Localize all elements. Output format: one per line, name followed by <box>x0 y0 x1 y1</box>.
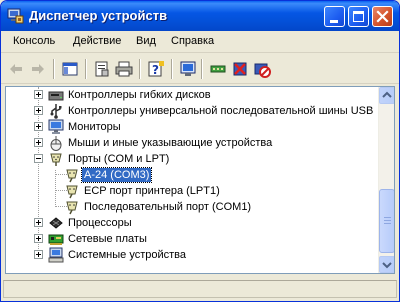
menu-action[interactable]: Действие <box>73 35 121 47</box>
tree-item-serial-com1[interactable]: Последовательный порт (COM1) <box>6 199 378 215</box>
expand-toggle[interactable] <box>34 218 43 227</box>
expand-toggle[interactable] <box>34 138 43 147</box>
tree-item-ports[interactable]: Порты (COM и LPT) <box>6 151 378 167</box>
tree-item-label: ECP порт принтера (LPT1) <box>84 185 220 197</box>
scroll-thumb[interactable] <box>379 189 394 253</box>
back-arrow-icon[interactable] <box>7 60 25 78</box>
system-devices-icon <box>48 247 64 263</box>
tree-item-a24-com3[interactable]: A-24 (COM3) <box>6 167 378 183</box>
tree-item-network-cards[interactable]: Сетевые платы <box>6 231 378 247</box>
collapse-toggle[interactable] <box>34 154 43 163</box>
toolbar-separator <box>53 59 55 79</box>
network-card-icon <box>48 234 64 245</box>
menu-help[interactable]: Справка <box>171 35 214 47</box>
toolbar-separator <box>85 59 87 79</box>
scroll-up-arrow-icon <box>382 91 392 98</box>
port-device-icon <box>66 185 78 199</box>
tree-item-label: Мониторы <box>68 121 121 133</box>
minimize-icon <box>330 20 338 23</box>
tree-item-label: Порты (COM и LPT) <box>68 153 170 165</box>
mouse-icon <box>50 135 62 151</box>
title-bar[interactable]: Диспетчер устройств <box>1 1 399 31</box>
help-icon[interactable]: ? <box>147 60 165 78</box>
monitor-icon <box>48 119 64 134</box>
menu-view[interactable]: Вид <box>136 35 156 47</box>
tree-item-usb-controllers[interactable]: Контроллеры универсальной последовательн… <box>6 103 378 119</box>
grip-line <box>384 223 391 224</box>
minimize-button[interactable] <box>324 6 345 27</box>
expand-toggle[interactable] <box>34 106 43 115</box>
forward-arrow-icon[interactable] <box>29 60 47 78</box>
menu-bar: Консоль Действие Вид Справка <box>1 31 399 53</box>
expand-toggle[interactable] <box>34 90 43 99</box>
processor-icon <box>49 217 63 229</box>
scroll-down-arrow-icon <box>382 262 392 269</box>
print-icon[interactable] <box>115 60 133 78</box>
status-cell <box>3 280 397 298</box>
console-tree-icon[interactable] <box>61 60 79 78</box>
close-button[interactable] <box>372 6 393 27</box>
tree-item-label: Системные устройства <box>68 249 187 261</box>
grip-line <box>384 217 391 218</box>
expand-toggle[interactable] <box>34 122 43 131</box>
device-manager-icon <box>7 8 24 24</box>
port-icon <box>50 153 62 166</box>
close-icon <box>376 10 389 23</box>
scan-hardware-icon[interactable] <box>179 60 197 78</box>
toolbar-separator <box>201 59 203 79</box>
tree-item-system-devices[interactable]: Системные устройства <box>6 247 378 263</box>
port-device-icon <box>66 169 78 183</box>
menu-console[interactable]: Консоль <box>13 35 55 47</box>
scroll-up-button[interactable] <box>379 87 394 104</box>
tree-item-floppy-controllers[interactable]: Контроллеры гибких дисков <box>6 87 378 103</box>
floppy-controller-icon <box>48 91 64 101</box>
tree-item-mice[interactable]: Мыши и иные указывающие устройства <box>6 135 378 151</box>
tree-item-ecp-lpt1[interactable]: ECP порт принтера (LPT1) <box>6 183 378 199</box>
usb-icon <box>50 104 62 119</box>
tree-item-label: Контроллеры универсальной последовательн… <box>68 105 374 117</box>
port-device-icon <box>66 201 78 215</box>
svg-text:?: ? <box>152 63 159 77</box>
device-manager-window: Диспетчер устройств Консоль Действие Вид… <box>0 0 400 302</box>
toolbar-separator <box>171 59 173 79</box>
maximize-icon <box>353 11 364 22</box>
tree-item-label: Контроллеры гибких дисков <box>68 89 211 101</box>
vertical-scrollbar[interactable] <box>378 87 394 273</box>
maximize-button[interactable] <box>348 6 369 27</box>
tree-item-label: Сетевые платы <box>68 233 147 245</box>
toolbar: ? <box>1 54 399 84</box>
scroll-down-button[interactable] <box>379 256 394 273</box>
toolbar-separator <box>139 59 141 79</box>
status-bar <box>1 277 399 301</box>
tree-item-label: Мыши и иные указывающие устройства <box>68 137 273 149</box>
device-tree[interactable]: Контроллеры гибких дисков Контроллеры ун… <box>5 86 395 274</box>
update-driver-icon[interactable] <box>209 60 227 78</box>
window-title: Диспетчер устройств <box>29 8 168 23</box>
tree-item-label: Последовательный порт (COM1) <box>84 201 252 213</box>
expand-toggle[interactable] <box>34 234 43 243</box>
expand-toggle[interactable] <box>34 250 43 259</box>
tree-item-label: A-24 (COM3) <box>80 167 153 183</box>
grip-line <box>384 220 391 221</box>
tree-item-label: Процессоры <box>68 217 132 229</box>
disable-device-icon[interactable] <box>253 60 271 78</box>
tree-item-processors[interactable]: Процессоры <box>6 215 378 231</box>
tree-item-monitors[interactable]: Мониторы <box>6 119 378 135</box>
uninstall-icon[interactable] <box>231 60 249 78</box>
properties-icon[interactable] <box>93 60 111 78</box>
